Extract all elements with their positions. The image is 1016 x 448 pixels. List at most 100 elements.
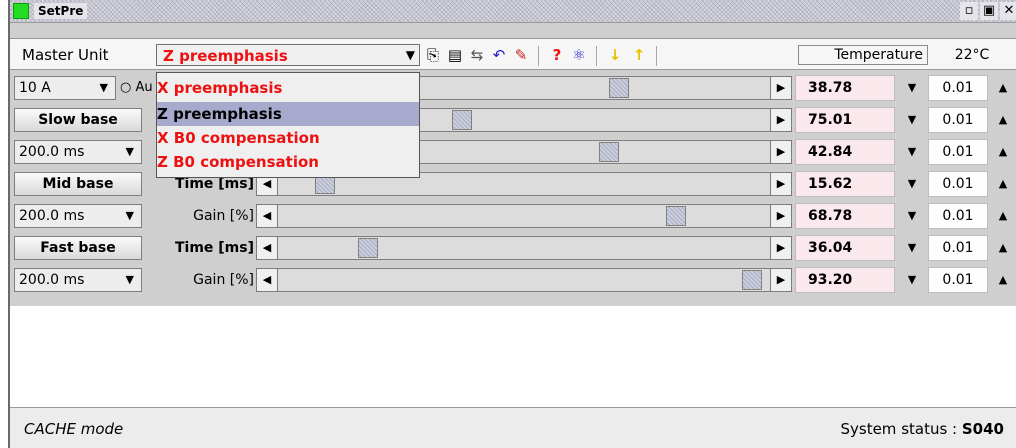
chevron-up-icon[interactable]: ▲: [992, 76, 1014, 100]
param-value-field[interactable]: 75.01: [795, 107, 895, 133]
toolbar-separator: [596, 46, 597, 66]
fast-base-button[interactable]: Fast base: [14, 236, 142, 260]
slow-base-button[interactable]: Slow base: [14, 108, 142, 132]
step-size-field[interactable]: 0.01: [928, 267, 988, 293]
param-row: Fast base Time [ms] ◀ ▶ 36.04 ▼ 0.01 ▲: [10, 232, 1016, 264]
chevron-up-icon[interactable]: ▲: [992, 108, 1014, 132]
chevron-up-icon[interactable]: ▲: [992, 268, 1014, 292]
param-value-field[interactable]: 93.20: [795, 267, 895, 293]
close-icon[interactable]: ✕: [1000, 2, 1016, 20]
slider-right-arrow-icon[interactable]: ▶: [770, 269, 791, 291]
slider-right-arrow-icon[interactable]: ▶: [770, 205, 791, 227]
param-label: Time [ms]: [174, 176, 254, 192]
slider-right-arrow-icon[interactable]: ▶: [770, 237, 791, 259]
chevron-down-icon[interactable]: ▼: [900, 108, 924, 132]
dropdown-option-z-b0-compensation[interactable]: Z B0 compensation: [157, 150, 419, 174]
chevron-down-icon[interactable]: ▼: [900, 204, 924, 228]
temperature-value: 22°C: [954, 47, 990, 63]
duration-select[interactable]: 200.0 ms ▼: [14, 268, 142, 292]
master-unit-label: Master Unit: [22, 46, 109, 64]
current-select[interactable]: 10 A ▼: [14, 76, 116, 100]
chevron-up-icon[interactable]: ▲: [992, 204, 1014, 228]
atom-icon[interactable]: ⚛: [570, 46, 588, 64]
slider-thumb[interactable]: [609, 78, 629, 98]
step-size-field[interactable]: 0.01: [928, 75, 988, 101]
status-bar: CACHE mode System status : S040: [10, 408, 1016, 448]
chevron-down-icon[interactable]: ▼: [900, 76, 924, 100]
upload-icon[interactable]: ↑: [630, 46, 648, 64]
undo-icon[interactable]: ↶: [490, 46, 508, 64]
window-status-icon: [13, 3, 29, 19]
duration-select[interactable]: 200.0 ms ▼: [14, 204, 142, 228]
swap-icon[interactable]: ⇆: [468, 46, 486, 64]
slider-thumb[interactable]: [599, 142, 619, 162]
setpre-window: SetPre ▫ ▣ ✕ Master Unit Z preemphasis ▼…: [8, 0, 1016, 448]
param-value-field[interactable]: 68.78: [795, 203, 895, 229]
dropdown-option-z-preemphasis[interactable]: Z preemphasis: [157, 102, 419, 126]
mid-base-button[interactable]: Mid base: [14, 172, 142, 196]
auto-radio[interactable]: ○ Au: [120, 80, 153, 95]
toolbar-separator: [656, 46, 657, 66]
slider-right-arrow-icon[interactable]: ▶: [770, 109, 791, 131]
slider-left-arrow-icon[interactable]: ◀: [257, 237, 278, 259]
restore-icon[interactable]: ▫: [960, 2, 978, 20]
param-label: Gain [%]: [193, 208, 254, 224]
chevron-down-icon[interactable]: ▼: [900, 172, 924, 196]
copy-icon[interactable]: ⎘: [424, 46, 442, 64]
slider-right-arrow-icon[interactable]: ▶: [770, 77, 791, 99]
chevron-down-icon: ▼: [125, 209, 134, 222]
param-label: Time [ms]: [174, 240, 254, 256]
chevron-down-icon[interactable]: ▼: [900, 140, 924, 164]
slider-thumb[interactable]: [452, 110, 472, 130]
param-value-field[interactable]: 42.84: [795, 139, 895, 165]
duration-select-value: 200.0 ms: [19, 208, 85, 224]
chevron-down-icon: ▼: [99, 81, 108, 94]
chevron-down-icon[interactable]: ▼: [900, 268, 924, 292]
chevron-down-icon[interactable]: ▼: [900, 236, 924, 260]
title-bar[interactable]: SetPre ▫ ▣ ✕: [10, 0, 1016, 23]
step-size-field[interactable]: 0.01: [928, 171, 988, 197]
maximize-icon[interactable]: ▣: [980, 2, 998, 20]
content-empty-area: [10, 306, 1016, 408]
duration-select-value: 200.0 ms: [19, 144, 85, 160]
step-size-field[interactable]: 0.01: [928, 107, 988, 133]
step-size-field[interactable]: 0.01: [928, 235, 988, 261]
master-unit-combo[interactable]: Z preemphasis ▼: [156, 44, 420, 66]
slider-left-arrow-icon[interactable]: ◀: [257, 269, 278, 291]
duration-select[interactable]: 200.0 ms ▼: [14, 140, 142, 164]
paste-icon[interactable]: ▤: [446, 46, 464, 64]
toolbar: Master Unit Z preemphasis ▼ ⎘ ▤ ⇆ ↶ ✎ ? …: [10, 38, 1016, 70]
help-icon[interactable]: ?: [548, 46, 566, 64]
param-value-field[interactable]: 36.04: [795, 235, 895, 261]
dropdown-option-x-preemphasis[interactable]: X preemphasis: [157, 76, 419, 100]
chevron-up-icon[interactable]: ▲: [992, 172, 1014, 196]
chevron-down-icon: ▼: [125, 273, 134, 286]
param-row: 200.0 ms ▼ Gain [%] ◀ ▶ 93.20 ▼ 0.01 ▲: [10, 264, 1016, 296]
slider-thumb[interactable]: [358, 238, 378, 258]
master-unit-value: Z preemphasis: [163, 47, 288, 65]
duration-select-value: 200.0 ms: [19, 272, 85, 288]
param-value-field[interactable]: 38.78: [795, 75, 895, 101]
auto-radio-label: Au: [135, 80, 153, 95]
window-title: SetPre: [34, 3, 88, 19]
slider-right-arrow-icon[interactable]: ▶: [770, 173, 791, 195]
download-icon[interactable]: ↓: [606, 46, 624, 64]
param-slider[interactable]: ◀ ▶: [256, 268, 792, 292]
dropdown-option-x-b0-compensation[interactable]: X B0 compensation: [157, 126, 419, 150]
param-slider[interactable]: ◀ ▶: [256, 236, 792, 260]
master-unit-dropdown[interactable]: X preemphasis Z preemphasis X B0 compens…: [156, 72, 420, 178]
step-size-field[interactable]: 0.01: [928, 139, 988, 165]
param-value-field[interactable]: 15.62: [795, 171, 895, 197]
slider-left-arrow-icon[interactable]: ◀: [257, 205, 278, 227]
slider-thumb[interactable]: [666, 206, 686, 226]
system-status-label: System status :: [840, 420, 962, 438]
slider-right-arrow-icon[interactable]: ▶: [770, 141, 791, 163]
step-size-field[interactable]: 0.01: [928, 203, 988, 229]
param-slider[interactable]: ◀ ▶: [256, 204, 792, 228]
system-status: System status : S040: [840, 420, 1004, 438]
slider-thumb[interactable]: [742, 270, 762, 290]
chevron-up-icon[interactable]: ▲: [992, 140, 1014, 164]
temperature-label: Temperature: [798, 45, 928, 65]
brush-icon[interactable]: ✎: [512, 46, 530, 64]
chevron-up-icon[interactable]: ▲: [992, 236, 1014, 260]
